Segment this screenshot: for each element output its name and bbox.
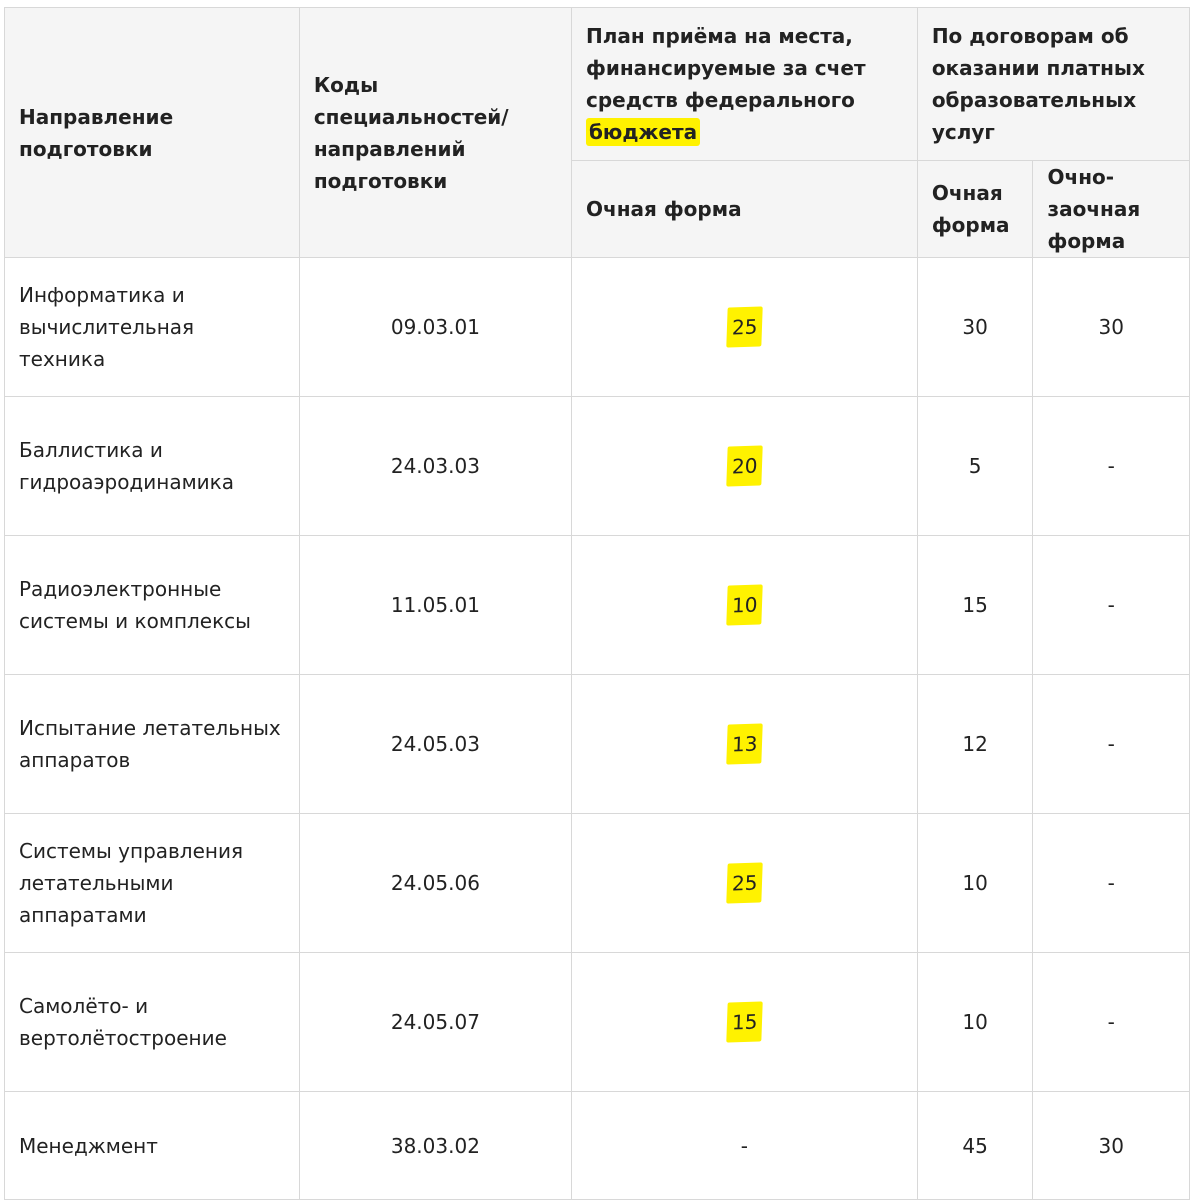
paid-fulltime-cell: 45	[916, 1091, 1034, 1200]
budget-value-highlight: 13	[725, 723, 763, 765]
budget-value-highlight: 15	[725, 1001, 763, 1043]
table-row: Испытание летательных аппаратов 24.05.03…	[4, 674, 1190, 814]
code-cell: 24.05.06	[298, 813, 572, 953]
budget-value-highlight: 10	[725, 584, 763, 626]
direction-cell: Баллистика и гидроаэродинамика	[4, 396, 300, 536]
budget-value-highlight: 25	[725, 306, 763, 348]
direction-cell: Информатика и вычислительная техника	[4, 257, 300, 397]
paid-parttime-cell: -	[1032, 952, 1190, 1092]
paid-parttime-cell: -	[1032, 813, 1190, 953]
header-codes: Коды специальностей/ направлений подгото…	[298, 7, 572, 258]
paid-fulltime-cell: 10	[916, 813, 1034, 953]
header-direction: Направление подготовки	[4, 7, 300, 258]
table-row: Радиоэлектронные системы и комплексы 11.…	[4, 535, 1190, 675]
header-paid-fulltime: Очная форма	[916, 160, 1034, 258]
code-cell: 24.03.03	[298, 396, 572, 536]
header-budget-fulltime: Очная форма	[570, 160, 918, 258]
table-header-row: Направление подготовки Коды специальност…	[4, 7, 1191, 258]
header-budget-highlight: бюджета	[585, 118, 701, 146]
header-budget-plan: План приёма на места, финансируемые за с…	[570, 7, 918, 161]
table-row: Менеджмент 38.03.02 - 45 30	[4, 1091, 1190, 1200]
header-paid-parttime: Очно-заочная форма	[1032, 160, 1190, 258]
paid-fulltime-cell: 30	[916, 257, 1034, 397]
admission-plan-table: Направление подготовки Коды специальност…	[4, 7, 1191, 1200]
paid-parttime-cell: -	[1032, 535, 1190, 675]
budget-cell: 25	[570, 257, 918, 397]
table-row: Баллистика и гидроаэродинамика 24.03.03 …	[4, 396, 1190, 536]
direction-cell: Менеджмент	[4, 1091, 300, 1200]
paid-parttime-cell: -	[1032, 674, 1190, 814]
budget-value-highlight: 20	[725, 445, 763, 487]
code-cell: 38.03.02	[298, 1091, 572, 1200]
budget-cell: 25	[570, 813, 918, 953]
budget-cell: 20	[570, 396, 918, 536]
table-row: Системы управления летательными аппарата…	[4, 813, 1190, 953]
budget-cell: 15	[570, 952, 918, 1092]
direction-cell: Самолёто- и вертолётостроение	[4, 952, 300, 1092]
paid-parttime-cell: -	[1032, 396, 1190, 536]
code-cell: 24.05.03	[298, 674, 572, 814]
budget-cell: -	[570, 1091, 918, 1200]
header-budget-plan-text: План приёма на места, финансируемые за с…	[585, 24, 866, 112]
budget-cell: 13	[570, 674, 918, 814]
code-cell: 11.05.01	[298, 535, 572, 675]
table-row: Информатика и вычислительная техника 09.…	[4, 257, 1190, 397]
direction-cell: Системы управления летательными аппарата…	[4, 813, 300, 953]
code-cell: 09.03.01	[298, 257, 572, 397]
direction-cell: Радиоэлектронные системы и комплексы	[4, 535, 300, 675]
paid-fulltime-cell: 15	[916, 535, 1034, 675]
header-paid: По договорам об оказании платных образов…	[916, 7, 1191, 161]
paid-parttime-cell: 30	[1032, 257, 1190, 397]
paid-fulltime-cell: 5	[916, 396, 1034, 536]
budget-value-highlight: 25	[725, 862, 763, 904]
table-row: Самолёто- и вертолётостроение 24.05.07 1…	[4, 952, 1190, 1092]
budget-cell: 10	[570, 535, 918, 675]
paid-parttime-cell: 30	[1032, 1091, 1190, 1200]
direction-cell: Испытание летательных аппаратов	[4, 674, 300, 814]
code-cell: 24.05.07	[298, 952, 572, 1092]
paid-fulltime-cell: 10	[916, 952, 1034, 1092]
paid-fulltime-cell: 12	[916, 674, 1034, 814]
